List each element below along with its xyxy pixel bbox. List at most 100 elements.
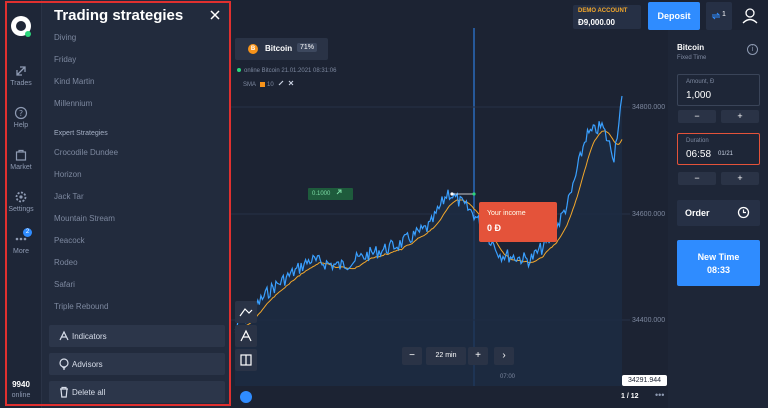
strategy-item[interactable]: Millennium (54, 99, 92, 108)
chart-svg (230, 28, 630, 386)
clock-icon (737, 206, 750, 219)
gear-icon (15, 191, 27, 203)
price-axis-label: 34800.000 (632, 104, 666, 111)
new-time-value: 08:33 (706, 265, 731, 275)
duration-field[interactable]: Duration 06:58 01/21 (677, 133, 760, 165)
strategy-item[interactable]: Crocodile Dundee (54, 148, 118, 157)
zoom-controls: − 22 min + › (402, 347, 514, 365)
open-trades-button[interactable]: 1 (706, 2, 732, 30)
user-icon[interactable] (736, 2, 764, 30)
more-icon[interactable]: ••• (655, 390, 664, 400)
line-tool-icon (239, 308, 253, 317)
nav-item-help[interactable]: ? Help (0, 106, 42, 129)
online-label: online (11, 392, 31, 399)
price-chart[interactable] (230, 28, 668, 394)
panel-title: Trading strategies (54, 7, 184, 24)
deposit-button[interactable]: Deposit (648, 2, 700, 30)
duration-label: Duration (686, 138, 709, 144)
zoom-out-button[interactable]: − (402, 347, 422, 365)
new-time-button[interactable]: New Time 08:33 (677, 240, 760, 286)
zoom-in-button[interactable]: + (468, 347, 488, 365)
nav-label: Settings (8, 206, 34, 213)
strategy-item[interactable]: Jack Tar (54, 192, 84, 201)
duration-date: 01/21 (718, 151, 734, 157)
account-selector[interactable]: DEMO ACCOUNT Đ9,000.00 (573, 5, 641, 29)
sma-period: 10 (267, 82, 274, 88)
pencil-icon[interactable] (278, 80, 284, 86)
nav-item-market[interactable]: Market (0, 148, 42, 171)
nav-label: Help (13, 122, 29, 129)
asset-name: Bitcoin (265, 44, 293, 53)
delete-all-button[interactable]: Delete all (49, 381, 225, 403)
strategy-item[interactable]: Rodeo (54, 258, 78, 267)
sma-indicator-row[interactable]: SMA 10 (243, 80, 294, 88)
open-trades-count: 1 (722, 11, 726, 18)
amount-minus-button[interactable]: − (678, 110, 716, 123)
online-count: 9940 (12, 380, 30, 389)
close-icon[interactable] (288, 80, 294, 86)
chevron-up-icon[interactable] (240, 391, 252, 403)
online-dot (237, 68, 241, 72)
trash-icon (60, 386, 68, 398)
button-label: Advisors (72, 360, 103, 369)
amount-plus-button[interactable]: + (721, 110, 759, 123)
indicators-button[interactable]: Indicators (49, 325, 225, 347)
amount-value: 1,000 (686, 90, 712, 101)
expert-strategies-header: Expert Strategies (54, 130, 108, 137)
order-button[interactable]: Order (677, 200, 760, 226)
button-label: Indicators (72, 332, 107, 341)
advisors-button[interactable]: Advisors (49, 353, 225, 375)
duration-plus-button[interactable]: + (721, 172, 759, 185)
nav-rail: Trades ? Help Market Settings 2 More 994… (0, 0, 42, 408)
scroll-forward-button[interactable]: › (494, 347, 514, 365)
arrow-up-right-icon (336, 189, 342, 195)
layout-tool-button[interactable] (235, 349, 257, 371)
amount-label: Amount, Đ (686, 79, 715, 85)
nav-item-more[interactable]: 2 More (0, 228, 42, 255)
strategy-item[interactable]: Kind Martin (54, 77, 94, 86)
more-badge: 2 (23, 228, 32, 237)
price-area (235, 96, 622, 386)
strategy-item[interactable]: Diving (54, 33, 76, 42)
duration-value: 06:58 (686, 149, 712, 160)
layout-icon (240, 354, 252, 366)
strategy-item[interactable]: Peacock (54, 236, 85, 245)
drawing-tool-button[interactable] (235, 301, 257, 323)
price-axis-label: 34400.000 (632, 317, 666, 324)
income-card: Your income 0 Đ (479, 202, 557, 242)
info-icon[interactable]: i (747, 44, 758, 55)
new-time-label: New Time (697, 252, 740, 262)
income-value: 0 Đ (487, 223, 502, 233)
deal-marker-dot (472, 192, 476, 196)
app-root: Trades ? Help Market Settings 2 More 994… (0, 0, 768, 408)
bitcoin-icon: B (248, 44, 258, 54)
sma-label: SMA (243, 82, 257, 88)
strategy-item[interactable]: Triple Rebound (54, 302, 108, 311)
strategy-item[interactable]: Horizon (54, 170, 82, 179)
indicators-icon (240, 329, 252, 342)
strategies-panel: Trading strategies Diving Friday Kind Ma… (42, 0, 230, 408)
current-price: 34291.944 (622, 375, 667, 386)
trades-icon (16, 66, 26, 76)
nav-item-settings[interactable]: Settings (0, 190, 42, 213)
nav-label: Trades (10, 80, 32, 87)
indicator-tool-button[interactable] (235, 325, 257, 347)
account-balance: Đ9,000.00 (578, 18, 615, 27)
nav-label: Market (10, 164, 32, 171)
close-icon[interactable] (208, 8, 222, 22)
advisors-icon (59, 358, 69, 370)
trade-asset: Bitcoin (677, 43, 705, 52)
nav-item-trades[interactable]: Trades (0, 64, 42, 87)
strategy-item[interactable]: Safari (54, 280, 75, 289)
time-axis-label: 07:00 (500, 374, 516, 380)
asset-selector[interactable]: B Bitcoin 71% (235, 38, 328, 60)
strategy-item[interactable]: Friday (54, 55, 76, 64)
duration-minus-button[interactable]: − (678, 172, 716, 185)
svg-text:?: ? (19, 109, 23, 118)
strategy-item[interactable]: Mountain Stream (54, 214, 115, 223)
status-dot (25, 31, 31, 37)
zoom-value: 22 min (426, 347, 466, 365)
amount-field[interactable]: Amount, Đ 1,000 (677, 74, 760, 106)
online-text: online Bitcoin 21.01.2021 08:31:06 (244, 68, 337, 74)
payout-badge: 71% (297, 43, 318, 52)
